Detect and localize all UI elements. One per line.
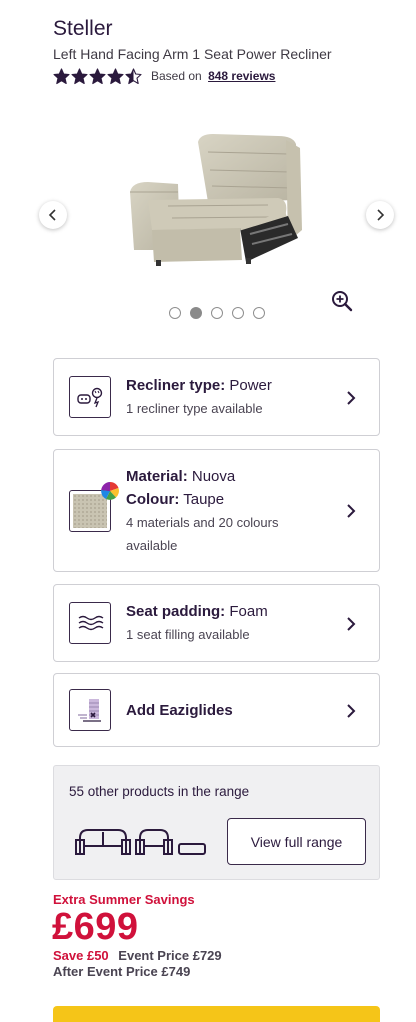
seat-padding-line: Seat padding: Foam [126,600,339,623]
chevron-right-icon [377,209,385,221]
star-icon [71,67,88,84]
product-price: £699 [52,906,139,948]
carousel-dot[interactable] [169,307,181,319]
star-icon [107,67,124,84]
remote-control-icon [69,376,111,418]
chevron-right-icon [347,704,356,718]
carousel-dot[interactable] [190,307,202,319]
zoom-in-icon[interactable] [331,290,353,312]
carousel-dot[interactable] [211,307,223,319]
material-sub-2: available [126,538,178,553]
material-colour-option[interactable]: Material: Nuova Colour: Taupe 4 material… [53,449,380,572]
range-count-text: 55 other products in the range [69,784,250,799]
chevron-right-icon [347,617,356,631]
recliner-type-line: Recliner type: Power [126,374,339,397]
star-icon [125,67,142,84]
eaziglides-icon [69,689,111,731]
seat-padding-option[interactable]: Seat padding: Foam 1 seat filling availa… [53,584,380,662]
product-image [130,134,302,266]
chevron-right-icon [347,504,356,518]
view-full-range-button[interactable]: View full range [227,818,366,865]
save-amount: Save £50 [53,948,109,963]
star-icon [89,67,106,84]
recliner-type-value: Power [229,377,272,394]
seat-padding-value: Foam [229,603,268,620]
rating-row: Based on 848 reviews [53,66,275,86]
next-image-button[interactable] [366,201,394,229]
material-value: Nuova [191,468,236,485]
carousel-dots [169,307,265,319]
event-price: Event Price £729 [118,948,222,963]
recliner-type-option[interactable]: Recliner type: Power 1 recliner type ava… [53,358,380,436]
range-panel: 55 other products in the range View full… [53,765,380,880]
reviews-link[interactable]: 848 reviews [208,69,275,83]
rating-prefix: Based on [151,69,202,83]
add-to-basket-button[interactable] [53,1006,380,1022]
carousel-dot[interactable] [232,307,244,319]
colour-line: Colour: Taupe [126,488,339,511]
recliner-type-sub: 1 recliner type available [126,401,263,416]
star-rating [53,67,142,85]
star-icon [53,67,70,84]
image-carousel[interactable] [0,100,416,330]
seat-padding-icon [69,602,111,644]
colour-wheel-icon [101,482,119,500]
eaziglides-line: Add Eaziglides [126,699,339,722]
eaziglides-option[interactable]: Add Eaziglides [53,673,380,747]
material-sub: 4 materials and 20 colours [126,515,279,530]
rating-text: Based on 848 reviews [151,69,275,83]
promo-label: Extra Summer Savings [53,892,195,907]
prev-image-button[interactable] [39,201,67,229]
recliner-type-label: Recliner type: [126,377,226,394]
sofa-range-icon [75,829,206,855]
colour-label: Colour: [126,491,180,508]
material-line: Material: Nuova [126,465,339,488]
carousel-dot[interactable] [253,307,265,319]
save-line: Save £50 Event Price £729 [53,948,222,963]
product-title: Steller [53,17,113,40]
seat-padding-sub: 1 seat filling available [126,627,250,642]
product-subtitle: Left Hand Facing Arm 1 Seat Power Reclin… [53,46,332,62]
chevron-right-icon [347,391,356,405]
material-label: Material: [126,468,188,485]
chevron-left-icon [48,209,56,221]
colour-value: Taupe [183,491,225,508]
after-event-price: After Event Price £749 [53,964,191,979]
eaziglides-label: Add Eaziglides [126,702,233,719]
seat-padding-label: Seat padding: [126,603,226,620]
